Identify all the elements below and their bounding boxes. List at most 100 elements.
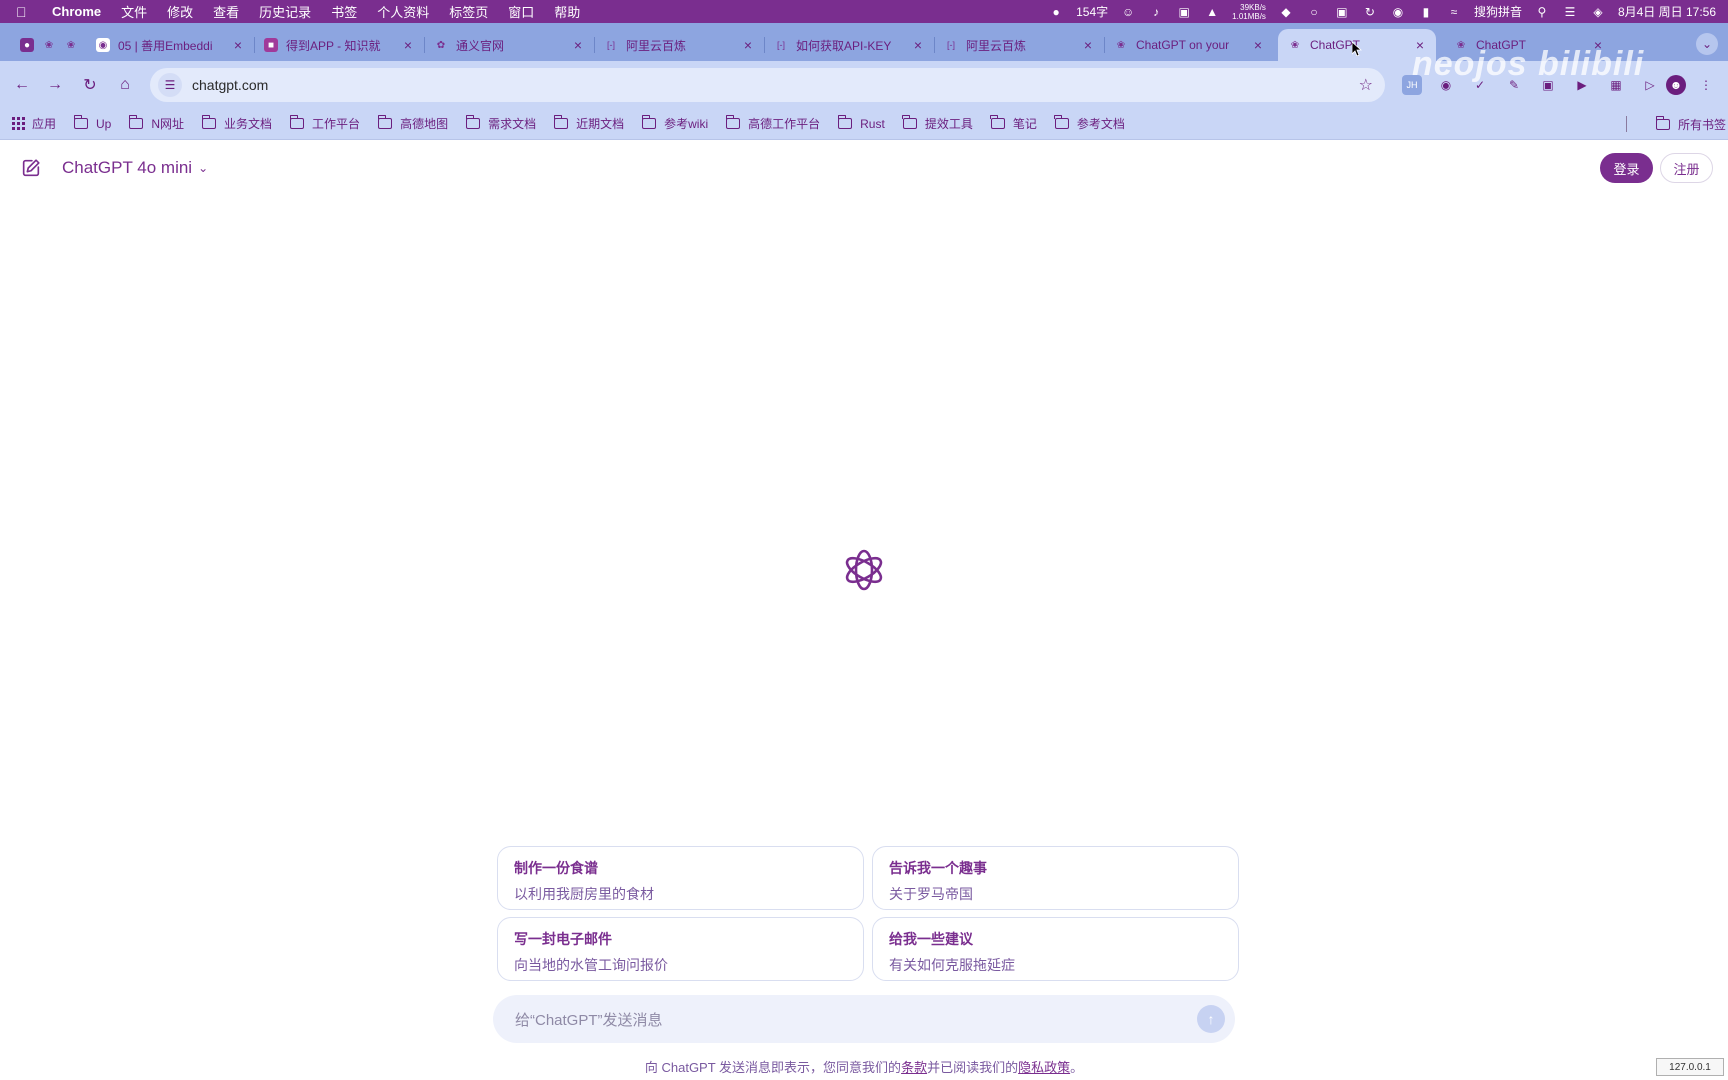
tab-embedding[interactable]: ◉ 05 | 善用Embeddi × (86, 29, 255, 61)
bookmark-folder[interactable]: 提效工具 (902, 115, 973, 132)
reload-icon[interactable]: ↻ (78, 73, 102, 97)
tab-pinned[interactable]: ● ❀ ❀ (10, 29, 78, 61)
address-bar[interactable]: ☰ chatgpt.com ☆ (150, 68, 1385, 102)
user-icon[interactable]: ◉ (1390, 5, 1406, 19)
more-menu-icon[interactable]: ⋮ (1696, 75, 1716, 95)
aliyun-icon: [-] (777, 40, 785, 50)
message-composer[interactable]: 给“ChatGPT”发送消息 ↑ (493, 995, 1235, 1043)
net-down: 1.01MB/s (1232, 11, 1266, 21)
control-center-icon[interactable]: ☰ (1562, 5, 1578, 19)
tab-search-chevron-icon[interactable]: ⌄ (1696, 33, 1718, 55)
close-icon[interactable]: × (570, 37, 586, 53)
suggestion-subtitle: 关于罗马帝国 (889, 886, 973, 902)
wechat-icon[interactable]: ○ (1306, 5, 1322, 19)
diamond-icon[interactable]: ◆ (1278, 5, 1294, 19)
bookmarks-divider (1626, 116, 1627, 132)
bookmark-folder[interactable]: 需求文档 (465, 115, 536, 132)
pinned-icon-3: ❀ (66, 39, 76, 51)
image-icon[interactable]: ▣ (1334, 5, 1350, 19)
menu-tab[interactable]: 标签页 (449, 2, 488, 21)
close-icon[interactable]: × (1080, 37, 1096, 53)
footer-text: 。 (1070, 1060, 1084, 1075)
datetime[interactable]: 8月4日 周日 17:56 (1618, 3, 1716, 20)
bookmark-folder[interactable]: 参考文档 (1054, 115, 1125, 132)
all-bookmarks[interactable]: 所有书签 (1655, 108, 1726, 140)
menu-view[interactable]: 查看 (213, 2, 239, 21)
tab-api-key[interactable]: [-] 如何获取API-KEY × (764, 29, 935, 61)
close-icon[interactable]: × (230, 37, 246, 53)
record-icon[interactable]: ● (1048, 5, 1064, 19)
bookmark-label: N网址 (151, 117, 185, 131)
openai-icon: ❀ (1290, 39, 1300, 51)
address-bar-url[interactable]: chatgpt.com (192, 77, 268, 93)
bookmark-label: 提效工具 (924, 117, 973, 131)
suggestion-card[interactable]: 给我一些建议 有关如何克服拖延症 (872, 917, 1239, 981)
suggestion-title: 写一封电子邮件 (514, 931, 612, 947)
tab-title: 05 | 善用Embeddi (118, 38, 213, 53)
close-icon[interactable]: × (1250, 37, 1266, 53)
forward-arrow-icon[interactable]: → (43, 73, 67, 97)
bookmark-folder[interactable]: N网址 (128, 115, 185, 132)
bookmark-folder[interactable]: 笔记 (990, 115, 1037, 132)
bookmark-folder[interactable]: 工作平台 (289, 115, 360, 132)
bookmark-apps[interactable]: 应用 (12, 115, 56, 132)
tab-dedao[interactable]: ■ 得到APP - 知识就 × (254, 29, 425, 61)
bookmark-folder[interactable]: Up (73, 115, 112, 131)
mouse-cursor-icon (1352, 42, 1362, 56)
menu-file[interactable]: 文件 (121, 2, 147, 21)
folder-icon (837, 115, 853, 129)
bookmark-star-icon[interactable]: ☆ (1359, 75, 1373, 95)
sync-icon[interactable]: ↻ (1362, 5, 1378, 19)
site-info-icon[interactable]: ☰ (158, 73, 182, 97)
suggestion-card[interactable]: 告诉我一个趣事 关于罗马帝国 (872, 846, 1239, 910)
terms-link[interactable]: 条款 (901, 1060, 927, 1075)
model-switcher[interactable]: ChatGPT 4o mini ⌄ (62, 158, 208, 178)
emoji-icon[interactable]: ☺ (1120, 5, 1136, 19)
bookmark-folder[interactable]: 近期文档 (553, 115, 624, 132)
apple-icon[interactable]:  (16, 4, 38, 20)
wifi-icon[interactable]: ≈ (1446, 5, 1462, 19)
microphone-icon[interactable]: ♪ (1148, 5, 1164, 19)
folder-icon (128, 115, 144, 129)
bookmark-folder[interactable]: 高德地图 (377, 115, 448, 132)
close-icon[interactable]: × (400, 37, 416, 53)
privacy-link[interactable]: 隐私政策 (1018, 1060, 1070, 1075)
bookmark-label: Up (96, 116, 112, 131)
word-count: 154字 (1076, 5, 1109, 19)
openai-icon: ❀ (1116, 39, 1126, 51)
input-cn-icon[interactable]: ▣ (1176, 5, 1192, 19)
input-method[interactable]: 搜狗拼音 (1474, 3, 1522, 20)
signup-button[interactable]: 注册 (1660, 153, 1713, 183)
bookmark-folder[interactable]: 参考wiki (641, 115, 708, 132)
menu-bookmarks[interactable]: 书签 (331, 2, 357, 21)
message-input[interactable]: 给“ChatGPT”发送消息 (515, 1009, 663, 1030)
close-icon[interactable]: × (910, 37, 926, 53)
tab-bailian-1[interactable]: [-] 阿里云百炼 × (594, 29, 765, 61)
send-arrow-icon[interactable]: ↑ (1197, 1005, 1225, 1033)
new-chat-edit-icon[interactable] (20, 157, 42, 179)
home-icon[interactable]: ⌂ (113, 73, 137, 97)
bookmark-folder[interactable]: 高德工作平台 (725, 115, 820, 132)
back-arrow-icon[interactable]: ← (10, 73, 34, 97)
menu-profile[interactable]: 个人资料 (377, 2, 429, 21)
menu-app-name[interactable]: Chrome (52, 4, 101, 19)
login-button[interactable]: 登录 (1600, 153, 1653, 183)
bookmark-folder[interactable]: 业务文档 (201, 115, 272, 132)
suggestion-card[interactable]: 制作一份食谱 以利用我厨房里的食材 (497, 846, 864, 910)
profile-avatar[interactable]: ☻ (1666, 75, 1686, 95)
cat-icon[interactable]: ▲ (1204, 5, 1220, 19)
close-icon[interactable]: × (740, 37, 756, 53)
tab-bailian-2[interactable]: [-] 阿里云百炼 × (934, 29, 1105, 61)
bookmark-folder[interactable]: Rust (837, 115, 885, 131)
tab-tongyi[interactable]: ✿ 通义官网 × (424, 29, 595, 61)
suggestion-card[interactable]: 写一封电子邮件 向当地的水管工询问报价 (497, 917, 864, 981)
battery-icon[interactable]: ▮ (1418, 5, 1434, 19)
spotlight-search-icon[interactable]: ⚲ (1534, 5, 1550, 19)
siri-icon[interactable]: ◈ (1590, 5, 1606, 19)
net-up: 39KB/s (1240, 2, 1266, 12)
menu-help[interactable]: 帮助 (554, 2, 580, 21)
menu-history[interactable]: 历史记录 (259, 2, 311, 21)
tab-chatgpt-on-your[interactable]: ❀ ChatGPT on your × (1104, 29, 1274, 61)
menu-window[interactable]: 窗口 (508, 2, 534, 21)
menu-edit[interactable]: 修改 (167, 2, 193, 21)
